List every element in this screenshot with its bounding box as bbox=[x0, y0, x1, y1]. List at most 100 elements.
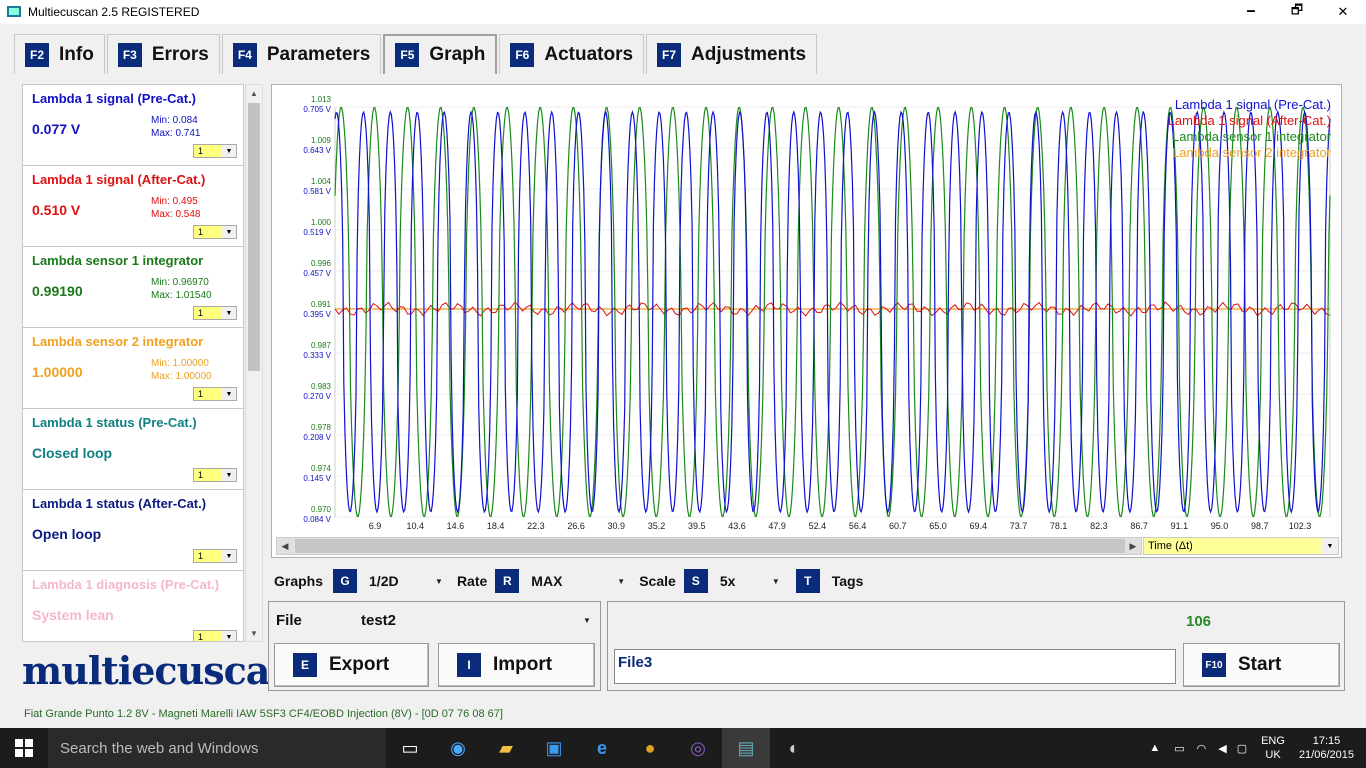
scroll-thumb[interactable] bbox=[295, 539, 1125, 553]
rate-key-button[interactable]: R bbox=[495, 569, 520, 593]
clock[interactable]: 17:15 21/06/2015 bbox=[1299, 734, 1354, 762]
tab-adjustments[interactable]: F7 Adjustments bbox=[646, 34, 818, 74]
parameter-scale-select[interactable]: 1 ▼ bbox=[193, 468, 237, 482]
task-view-icon[interactable]: ▭ bbox=[386, 728, 434, 768]
parameter-item[interactable]: Lambda 1 status (Pre-Cat.) Closed loop 1 ▼ bbox=[23, 409, 243, 490]
file-select[interactable]: test2 bbox=[361, 612, 396, 629]
y-tick-label: 1.009 bbox=[311, 136, 332, 145]
y-tick-label: 0.974 bbox=[311, 464, 332, 473]
y-tick-label: 0.519 V bbox=[303, 228, 331, 237]
tab-key-badge: F7 bbox=[657, 42, 682, 67]
file-panel: File test2 ▼ E Export I Import bbox=[268, 601, 601, 691]
record-filename-input[interactable]: File3 bbox=[614, 649, 1176, 684]
parameter-scale-select[interactable]: 1 ▼ bbox=[193, 144, 237, 158]
parameter-name: Lambda sensor 1 integrator bbox=[32, 253, 204, 268]
scroll-right-icon[interactable]: ▶ bbox=[1125, 538, 1141, 554]
start-button[interactable]: F10 Start bbox=[1183, 643, 1340, 687]
chevron-down-icon[interactable]: ▼ bbox=[435, 577, 443, 586]
tags-key-button[interactable]: T bbox=[795, 569, 820, 593]
volume-icon[interactable]: ◀ bbox=[1218, 742, 1226, 755]
y-tick-label: 0.457 V bbox=[303, 269, 331, 278]
scroll-thumb[interactable] bbox=[248, 103, 260, 371]
tab-label: Info bbox=[59, 43, 94, 65]
parameter-item[interactable]: Lambda 1 status (After-Cat.) Open loop 1 ▼ bbox=[23, 490, 243, 571]
scroll-down-icon[interactable]: ▼ bbox=[246, 625, 262, 641]
scale-value: 1 bbox=[198, 632, 204, 642]
parameter-scale-select[interactable]: 1 ▼ bbox=[193, 306, 237, 320]
parameter-scale-select[interactable]: 1 ▼ bbox=[193, 549, 237, 563]
x-tick-label: 22.3 bbox=[527, 521, 545, 531]
x-tick-label: 95.0 bbox=[1211, 521, 1229, 531]
parameter-item[interactable]: Lambda 1 diagnosis (Pre-Cat.) System lean… bbox=[23, 571, 243, 642]
start-button-windows-icon[interactable] bbox=[0, 728, 48, 768]
network-globe-icon[interactable]: ◉ bbox=[434, 728, 482, 768]
tab-graph[interactable]: F5 Graph bbox=[383, 34, 498, 74]
multiecuscan-taskbar-icon[interactable]: ▤ bbox=[722, 728, 770, 768]
legend-item: Lambda 1 signal (Pre-Cat.) bbox=[1174, 97, 1331, 112]
chevron-up-icon[interactable]: ▲ bbox=[1149, 742, 1160, 754]
minimize-button[interactable]: 🗕 bbox=[1228, 0, 1274, 24]
parameter-value: 0.99190 bbox=[32, 283, 83, 299]
parameter-value: System lean bbox=[32, 607, 114, 623]
y-tick-label: 0.208 V bbox=[303, 433, 331, 442]
tab-actuators[interactable]: F6 Actuators bbox=[499, 34, 645, 74]
graphs-value[interactable]: 1/2D bbox=[369, 573, 435, 589]
tab-info[interactable]: F2 Info bbox=[14, 34, 105, 74]
scroll-up-icon[interactable]: ▲ bbox=[246, 85, 262, 101]
taskbar-search[interactable]: Search the web and Windows bbox=[48, 728, 386, 768]
file-label: File bbox=[276, 612, 302, 629]
time-axis-select[interactable]: Time (Δt) ▼ bbox=[1143, 537, 1339, 555]
notification-icon[interactable]: ▢ bbox=[1237, 742, 1247, 755]
scale-key-button[interactable]: S bbox=[683, 569, 708, 593]
parameter-max: Max: 0.548 bbox=[151, 209, 201, 220]
parameter-item[interactable]: Lambda sensor 2 integrator 1.00000 Min: 1.… bbox=[23, 328, 243, 409]
scale-value: 1 bbox=[198, 227, 204, 237]
store-icon[interactable]: ▣ bbox=[530, 728, 578, 768]
parameter-max: Max: 1.00000 bbox=[151, 371, 212, 382]
battery-icon[interactable]: ▭ bbox=[1174, 742, 1184, 755]
tab-errors[interactable]: F3 Errors bbox=[106, 34, 220, 74]
parameter-value: 0.077 V bbox=[32, 121, 81, 137]
chevron-down-icon[interactable]: ▼ bbox=[772, 577, 780, 586]
chevron-down-icon[interactable]: ▼ bbox=[583, 616, 591, 625]
maximize-button[interactable]: 🗗 bbox=[1274, 0, 1320, 24]
parameter-item[interactable]: Lambda 1 signal (After-Cat.) 0.510 V Min: … bbox=[23, 166, 243, 247]
chrome-icon[interactable]: ● bbox=[626, 728, 674, 768]
chevron-down-icon: ▼ bbox=[222, 145, 236, 157]
parameter-max: Max: 1.01540 bbox=[151, 290, 212, 301]
parameter-min: Min: 0.96970 bbox=[151, 277, 209, 288]
rate-label: Rate bbox=[456, 573, 488, 589]
export-button[interactable]: E Export bbox=[274, 643, 429, 687]
parameter-scrollbar[interactable]: ▲ ▼ bbox=[245, 84, 263, 642]
wifi-icon[interactable]: ◠ bbox=[1197, 742, 1207, 755]
scale-value[interactable]: 5x bbox=[720, 573, 772, 589]
graphs-key-button[interactable]: G bbox=[333, 569, 358, 593]
tab-label: Actuators bbox=[544, 43, 634, 65]
file-explorer-icon[interactable]: ▰ bbox=[482, 728, 530, 768]
parameter-item[interactable]: Lambda sensor 1 integrator 0.99190 Min: 0.… bbox=[23, 247, 243, 328]
chart-legend: Lambda 1 signal (Pre-Cat.) Lambda 1 sign… bbox=[1168, 97, 1331, 161]
x-tick-label: 56.4 bbox=[849, 521, 867, 531]
x-tick-label: 47.9 bbox=[768, 521, 786, 531]
x-tick-label: 60.7 bbox=[889, 521, 907, 531]
parameter-scale-select[interactable]: 1 ▼ bbox=[193, 225, 237, 239]
rate-value[interactable]: MAX bbox=[531, 573, 617, 589]
parameter-scale-select[interactable]: 1 ▼ bbox=[193, 387, 237, 401]
chevron-down-icon[interactable]: ▼ bbox=[617, 577, 625, 586]
internet-explorer-icon[interactable]: e bbox=[578, 728, 626, 768]
legend-item: Lambda sensor 1 integrator bbox=[1172, 129, 1331, 144]
parameter-item[interactable]: Lambda 1 signal (Pre-Cat.) 0.077 V Min: 0.… bbox=[23, 85, 243, 166]
parameter-scale-select[interactable]: 1 ▼ bbox=[193, 630, 237, 642]
close-button[interactable]: ✕ bbox=[1320, 0, 1366, 24]
time-scrollbar[interactable]: ◀ ▶ bbox=[276, 537, 1142, 555]
steam-icon[interactable]: ◐ bbox=[770, 728, 818, 768]
x-tick-label: 26.6 bbox=[567, 521, 585, 531]
parameter-min: Min: 1.00000 bbox=[151, 358, 209, 369]
tab-parameters[interactable]: F4 Parameters bbox=[221, 34, 382, 74]
language-indicator[interactable]: ENG UK bbox=[1261, 734, 1285, 762]
viber-icon[interactable]: ◎ bbox=[674, 728, 722, 768]
tab-key-badge: F4 bbox=[232, 42, 257, 67]
scroll-left-icon[interactable]: ◀ bbox=[277, 538, 293, 554]
x-tick-label: 6.9 bbox=[369, 521, 382, 531]
import-button[interactable]: I Import bbox=[438, 643, 595, 687]
